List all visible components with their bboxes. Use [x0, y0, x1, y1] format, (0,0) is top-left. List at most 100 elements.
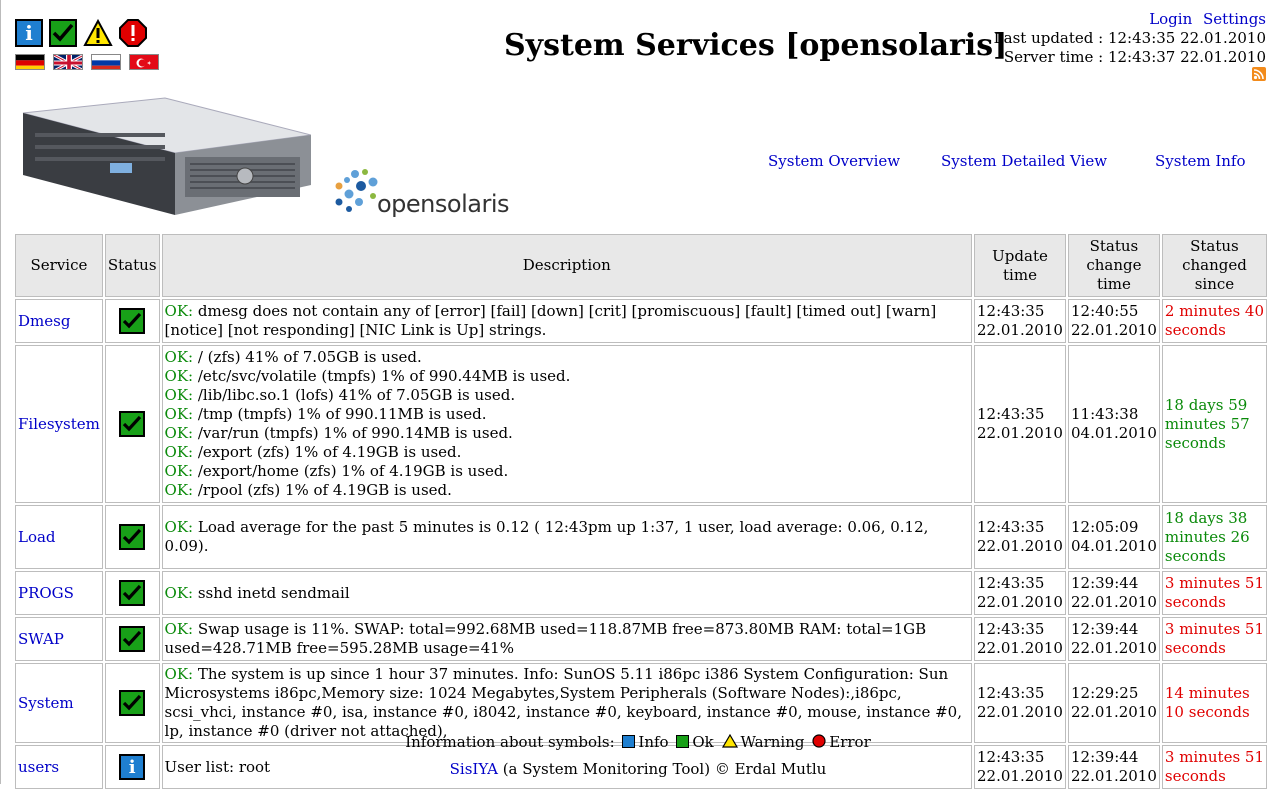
opensolaris-logo: opensolaris	[331, 164, 536, 224]
nav-system-info[interactable]: System Info	[1155, 152, 1246, 170]
update-time-cell: 12:43:35 22.01.2010	[974, 663, 1066, 743]
status-change-time-cell: 12:29:25 22.01.2010	[1068, 663, 1160, 743]
status-cell	[104, 571, 160, 615]
page-title: System Services [opensolaris]	[504, 28, 1008, 63]
status-cell	[104, 663, 160, 743]
ok-prefix: OK:	[164, 665, 194, 683]
update-time-cell: 12:43:35 22.01.2010	[974, 345, 1066, 503]
description-line: OK: dmesg does not contain any of [error…	[165, 302, 969, 340]
ok-icon[interactable]	[119, 580, 146, 606]
description-cell: OK: sshd inetd sendmail	[161, 571, 973, 615]
page: i System Services [opensolaris] Login Se…	[0, 0, 1274, 789]
description-text: /rpool (zfs) 1% of 4.19GB is used.	[193, 481, 452, 499]
sisiya-link[interactable]: SisIYA	[450, 760, 498, 778]
service-cell: Filesystem	[15, 345, 103, 503]
russian-flag-icon[interactable]	[91, 54, 121, 70]
status-cell	[104, 299, 160, 343]
description-cell: OK: / (zfs) 41% of 7.05GB is used. OK: /e…	[161, 345, 973, 503]
service-link[interactable]: Dmesg	[18, 312, 70, 330]
service-link[interactable]: Load	[18, 528, 56, 546]
legend-intro: Information about symbols:	[405, 733, 615, 751]
header-status: Status	[104, 234, 160, 297]
settings-link[interactable]: Settings	[1203, 10, 1266, 28]
status-change-time-cell: 12:40:55 22.01.2010	[1068, 299, 1160, 343]
status-cell	[104, 617, 160, 661]
rss-icon[interactable]	[1252, 67, 1266, 81]
header-status-changed-since: Status changed since	[1161, 234, 1267, 297]
legend-info-label: Info	[638, 733, 669, 751]
status-changed-since-cell: 14 minutes 10 seconds	[1161, 663, 1267, 743]
status-change-time-cell: 12:39:44 22.01.2010	[1068, 571, 1160, 615]
turkish-flag-icon[interactable]	[129, 54, 159, 70]
services-table: Service Status Description Update time S…	[13, 232, 1269, 791]
ok-prefix: OK:	[164, 518, 194, 536]
table-row: SWAP OK: Swap usage is 11%. SWAP: total=9…	[15, 617, 1267, 661]
ok-icon[interactable]	[119, 524, 146, 550]
description-line: OK: sshd inetd sendmail	[165, 584, 969, 603]
ok-icon[interactable]	[119, 626, 146, 652]
header-service: Service	[15, 234, 103, 297]
status-changed-since-cell: 2 minutes 40 seconds	[1161, 299, 1267, 343]
description-text: dmesg does not contain any of [error] [f…	[164, 302, 937, 339]
description-text: /export (zfs) 1% of 4.19GB is used.	[193, 443, 462, 461]
description-line: OK: /export (zfs) 1% of 4.19GB is used.	[165, 443, 969, 462]
description-line: OK: /var/run (tmpfs) 1% of 990.14MB is u…	[165, 424, 969, 443]
nav-system-overview[interactable]: System Overview	[768, 152, 900, 170]
symbols-legend: Information about symbols: Info Ok Warni…	[1, 733, 1274, 751]
description-text: / (zfs) 41% of 7.05GB is used.	[193, 348, 422, 366]
description-text: /etc/svc/volatile (tmpfs) 1% of 990.44MB…	[193, 367, 571, 385]
legend-warning-label: Warning	[740, 733, 805, 751]
status-cell	[104, 505, 160, 569]
description-text: /var/run (tmpfs) 1% of 990.14MB is used.	[193, 424, 513, 442]
service-link[interactable]: System	[18, 694, 74, 712]
description-text: /export/home (zfs) 1% of 4.19GB is used.	[193, 462, 509, 480]
ok-icon[interactable]	[119, 308, 146, 334]
nav-system-detailed-view[interactable]: System Detailed View	[941, 152, 1107, 170]
ok-prefix: OK:	[164, 443, 194, 461]
uk-flag-icon[interactable]	[53, 54, 83, 70]
header-update-time: Update time	[974, 234, 1066, 297]
error-icon[interactable]	[119, 19, 147, 47]
update-time-cell: 12:43:35 22.01.2010	[974, 299, 1066, 343]
update-time-cell: 12:43:35 22.01.2010	[974, 617, 1066, 661]
description-line: OK: /rpool (zfs) 1% of 4.19GB is used.	[165, 481, 969, 500]
description-cell: OK: The system is up since 1 hour 37 min…	[161, 663, 973, 743]
ok-prefix: OK:	[164, 386, 194, 404]
login-link[interactable]: Login	[1149, 10, 1192, 28]
table-body: Dmesg OK: dmesg does not contain any of […	[15, 299, 1267, 789]
warning-icon[interactable]	[83, 19, 113, 47]
header-info: Login Settings Last updated : 12:43:35 2…	[994, 10, 1266, 67]
table-row: System OK: The system is up since 1 hour …	[15, 663, 1267, 743]
status-change-time-cell: 12:05:09 04.01.2010	[1068, 505, 1160, 569]
description-text: The system is up since 1 hour 37 minutes…	[164, 665, 962, 740]
header-description: Description	[161, 234, 973, 297]
ok-prefix: OK:	[164, 302, 194, 320]
update-time-cell: 12:43:35 22.01.2010	[974, 505, 1066, 569]
description-line: OK: /etc/svc/volatile (tmpfs) 1% of 990.…	[165, 367, 969, 386]
service-cell: SWAP	[15, 617, 103, 661]
legend-info-icon	[622, 735, 636, 748]
footer: SisIYA (a System Monitoring Tool) © Erda…	[1, 760, 1274, 778]
service-link[interactable]: PROGS	[18, 584, 74, 602]
legend-error-label: Error	[829, 733, 871, 751]
ok-icon[interactable]	[119, 411, 146, 437]
ok-icon[interactable]	[119, 690, 146, 716]
table-row: Dmesg OK: dmesg does not contain any of […	[15, 299, 1267, 343]
german-flag-icon[interactable]	[15, 54, 45, 70]
ok-prefix: OK:	[164, 424, 194, 442]
status-changed-since-cell: 18 days 59 minutes 57 seconds	[1161, 345, 1267, 503]
status-changed-since-cell: 18 days 38 minutes 26 seconds	[1161, 505, 1267, 569]
top-status-icons: i	[15, 19, 147, 47]
legend-ok-label: Ok	[692, 733, 714, 751]
info-icon[interactable]: i	[15, 19, 43, 47]
service-link[interactable]: Filesystem	[18, 415, 100, 433]
server-image	[15, 93, 312, 218]
service-link[interactable]: SWAP	[18, 630, 64, 648]
description-text: sshd inetd sendmail	[193, 583, 350, 602]
ok-icon[interactable]	[49, 19, 77, 47]
description-text: /tmp (tmpfs) 1% of 990.11MB is used.	[193, 405, 487, 423]
last-updated: Last updated : 12:43:35 22.01.2010	[993, 29, 1266, 47]
description-line: OK: /lib/libc.so.1 (lofs) 41% of 7.05GB …	[165, 386, 969, 405]
service-cell: System	[15, 663, 103, 743]
header-status-change-time: Status change time	[1068, 234, 1160, 297]
